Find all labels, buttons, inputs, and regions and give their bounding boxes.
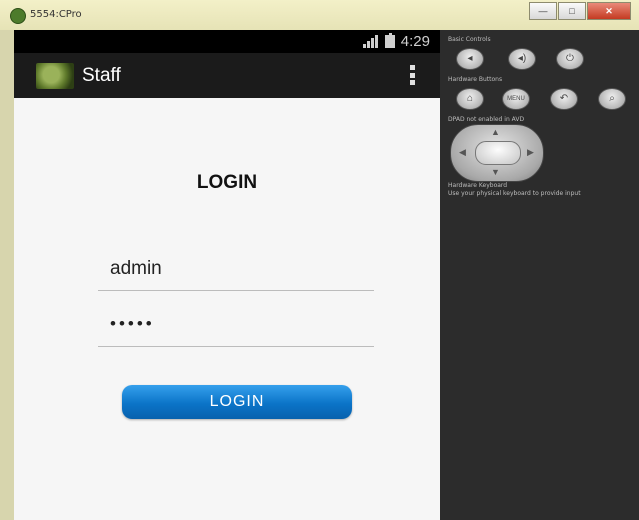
dpad-up-icon[interactable]: ▲ (491, 127, 500, 137)
hardware-buttons-label: Hardware Buttons (448, 76, 503, 83)
hardware-keyboard-hint: Use your physical keyboard to provide in… (448, 190, 581, 197)
login-heading: LOGIN (196, 172, 258, 193)
status-time: 4:29 (400, 33, 430, 50)
power-icon[interactable]: ⏻ (556, 48, 584, 70)
window-buttons: — □ ✕ (528, 2, 631, 20)
signal-icon (362, 35, 379, 48)
login-button[interactable]: LOGIN (122, 385, 352, 419)
dpad-down-icon[interactable]: ▼ (491, 167, 500, 177)
dpad-center-button[interactable] (475, 141, 521, 165)
emulator-controls-panel: Basic Controls ◂ ◂) ⏻ Hardware Buttons ⌂… (440, 30, 639, 520)
app-logo-icon (36, 63, 74, 89)
action-bar: Staff (14, 53, 440, 98)
dpad-label: DPAD not enabled in AVD (448, 116, 525, 123)
username-value: admin (110, 258, 162, 279)
volume-down-icon[interactable]: ◂ (456, 48, 484, 70)
emulator-app-icon (10, 8, 26, 24)
menu-button[interactable]: MENU (502, 88, 530, 110)
username-field[interactable]: admin (98, 254, 374, 291)
home-icon[interactable]: ⌂ (456, 88, 484, 110)
window-title: 5554:CPro (30, 9, 82, 20)
minimize-button[interactable]: — (529, 2, 557, 20)
dpad-control[interactable]: ▲ ▼ ◀ ▶ (450, 124, 544, 182)
basic-controls-label: Basic Controls (448, 36, 491, 43)
back-icon[interactable]: ↶ (550, 88, 578, 110)
app-title: Staff (82, 65, 121, 86)
overflow-menu-icon[interactable] (410, 65, 416, 85)
search-icon[interactable]: ⌕ (598, 88, 626, 110)
window-frame-left (0, 30, 14, 520)
emulator-title-bar: 5554:CPro — □ ✕ (0, 0, 639, 31)
dpad-left-icon[interactable]: ◀ (459, 147, 466, 158)
login-form: LOGIN admin ••••• LOGIN (14, 98, 440, 520)
dpad-right-icon[interactable]: ▶ (527, 147, 534, 158)
hardware-keyboard-label: Hardware Keyboard (448, 182, 508, 189)
status-bar: 4:29 (14, 30, 440, 53)
password-value: ••••• (110, 314, 155, 333)
close-button[interactable]: ✕ (587, 2, 631, 20)
status-icons: 4:29 (362, 33, 430, 50)
device-screen: 4:29 Staff LOGIN admin ••••• LOGIN (14, 30, 440, 520)
battery-icon (384, 33, 395, 48)
volume-up-icon[interactable]: ◂) (508, 48, 536, 70)
maximize-button[interactable]: □ (558, 2, 586, 20)
password-field[interactable]: ••••• (98, 310, 374, 347)
